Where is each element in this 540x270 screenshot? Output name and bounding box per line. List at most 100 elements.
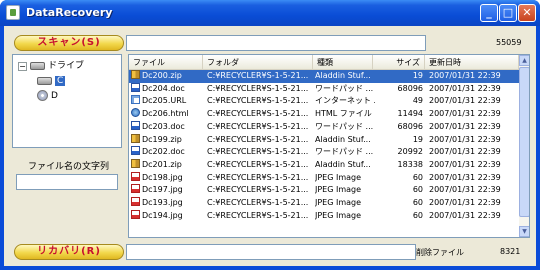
table-row[interactable]: Dc198.jpg C:¥RECYCLER¥S-1-5-21... JPEG Ima…: [129, 171, 519, 185]
filter-label: ファイル名の文字列: [28, 162, 110, 172]
scan-button[interactable]: スキャン(S): [14, 35, 124, 51]
window-title: DataRecovery: [26, 6, 113, 19]
type-cell: JPEG Image: [315, 172, 375, 185]
folder-cell: C:¥RECYCLER¥S-1-5-21...: [207, 184, 311, 197]
size-cell-text: 60: [412, 172, 423, 182]
type-cell-text: HTML ファイル: [315, 109, 372, 119]
scroll-up-icon[interactable]: ▲: [519, 55, 529, 66]
folder-cell-text: C:¥RECYCLER¥S-1-5-21...: [207, 185, 309, 195]
date-cell-text: 2007/01/31 22:39: [429, 147, 501, 157]
file-name-cell-text: Dc201.zip: [142, 159, 182, 169]
table-row[interactable]: Dc197.jpg C:¥RECYCLER¥S-1-5-21... JPEG Ima…: [129, 184, 519, 197]
folder-cell: C:¥RECYCLER¥S-1-5-21...: [207, 134, 311, 147]
title-bar[interactable]: DataRecovery _ □ ✕: [0, 0, 540, 26]
client-area: スキャン(S) 55059 − ドライブ C D ファイル名の文字列 ファイル …: [4, 26, 536, 266]
status-field[interactable]: [126, 244, 416, 260]
date-cell-text: 2007/01/31 22:39: [429, 159, 501, 169]
tree-item-drive-d[interactable]: D: [37, 90, 58, 103]
file-name-cell-text: Dc199.zip: [142, 134, 182, 144]
type-cell: JPEG Image: [315, 210, 375, 223]
scroll-down-icon[interactable]: ▼: [519, 226, 529, 237]
file-name-cell-text: Dc197.jpg: [142, 185, 183, 195]
file-name-cell-text: Dc204.doc: [142, 83, 185, 93]
collapse-icon[interactable]: −: [18, 62, 27, 71]
close-button[interactable]: ✕: [518, 4, 536, 22]
type-cell-text: ワードパッド ...: [315, 121, 374, 131]
folder-cell-text: C:¥RECYCLER¥S-1-5-21...: [207, 159, 309, 169]
file-name-cell: Dc194.jpg: [131, 209, 201, 223]
folder-cell: C:¥RECYCLER¥S-1-5-21...: [207, 197, 311, 210]
folder-cell: C:¥RECYCLER¥S-1-5-21...: [207, 146, 311, 159]
zip-file-icon: [131, 133, 140, 143]
vertical-scrollbar[interactable]: ▲ ▼: [519, 55, 529, 237]
minimize-button[interactable]: _: [480, 4, 498, 22]
file-name-cell-text: Dc203.doc: [142, 121, 185, 131]
type-cell-text: Aladdin Stuf...: [315, 71, 371, 80]
tree-item-drive-c[interactable]: C: [37, 75, 66, 88]
size-cell-text: 19: [412, 134, 423, 144]
folder-cell-text: C:¥RECYCLER¥S-1-5-21...: [207, 147, 309, 157]
table-row[interactable]: Dc194.jpg C:¥RECYCLER¥S-1-5-21... JPEG Ima…: [129, 209, 519, 223]
folder-cell: C:¥RECYCLER¥S-1-5-21...: [207, 159, 311, 172]
table-row[interactable]: Dc204.doc C:¥RECYCLER¥S-1-5-21... ワードパッド .…: [129, 82, 519, 96]
table-row[interactable]: Dc202.doc C:¥RECYCLER¥S-1-5-21... ワードパッド .…: [129, 146, 519, 159]
folder-cell-text: C:¥RECYCLER¥S-1-5-21...: [207, 109, 309, 119]
column-file[interactable]: ファイル: [129, 55, 203, 70]
folder-cell-text: C:¥RECYCLER¥S-1-5-21...: [207, 121, 309, 131]
type-cell-text: Aladdin Stuf...: [315, 159, 371, 169]
drive-tree: − ドライブ C D: [12, 54, 122, 148]
table-row[interactable]: Dc203.doc C:¥RECYCLER¥S-1-5-21... ワードパッド .…: [129, 120, 519, 134]
file-name-cell: Dc197.jpg: [131, 184, 201, 197]
date-cell: 2007/01/31 22:39: [429, 121, 519, 134]
size-cell: 18338: [375, 159, 423, 172]
file-name-cell: Dc206.html: [131, 108, 201, 121]
tree-root[interactable]: ドライブ: [30, 60, 84, 73]
column-date[interactable]: 更新日時: [425, 55, 519, 70]
filename-filter-input[interactable]: [16, 174, 118, 190]
jpg-file-icon: [131, 197, 140, 206]
scroll-thumb[interactable]: [519, 67, 529, 217]
path-field[interactable]: [126, 35, 426, 51]
date-cell-text: 2007/01/31 22:39: [429, 172, 501, 182]
column-type[interactable]: 種類: [313, 55, 373, 70]
tree-root-label: ドライブ: [48, 61, 85, 71]
jpg-file-icon: [131, 184, 140, 194]
date-cell: 2007/01/31 22:39: [429, 83, 519, 96]
table-row[interactable]: Dc201.zip C:¥RECYCLER¥S-1-5-21... Aladdin …: [129, 158, 519, 172]
table-row[interactable]: Dc206.html C:¥RECYCLER¥S-1-5-21... HTML ファ…: [129, 108, 519, 121]
size-cell: 11494: [375, 108, 423, 121]
type-cell: ワードパッド ...: [315, 146, 375, 159]
file-name-cell: Dc193.jpg: [131, 197, 201, 210]
size-cell: 60: [375, 172, 423, 185]
table-row[interactable]: Dc199.zip C:¥RECYCLER¥S-1-5-21... Aladdin …: [129, 133, 519, 147]
type-cell: ワードパッド ...: [315, 121, 375, 134]
file-name-cell-text: Dc198.jpg: [142, 172, 183, 182]
table-row[interactable]: Dc193.jpg C:¥RECYCLER¥S-1-5-21... JPEG Ima…: [129, 197, 519, 210]
file-name-cell: Dc204.doc: [131, 82, 201, 96]
file-name-cell-text: Dc205.URL: [142, 96, 187, 106]
column-size[interactable]: サイズ: [373, 55, 425, 70]
size-cell-text: 11494: [397, 109, 423, 119]
size-cell: 60: [375, 197, 423, 210]
size-cell: 49: [375, 95, 423, 108]
doc-file-icon: [131, 146, 140, 156]
size-cell-text: 20992: [397, 147, 423, 157]
column-folder[interactable]: フォルダ: [203, 55, 313, 70]
deleted-files-label: 削除ファイル: [416, 248, 464, 257]
app-window: DataRecovery _ □ ✕ スキャン(S) 55059 − ドライブ …: [0, 0, 540, 270]
maximize-button[interactable]: □: [499, 4, 517, 22]
url-file-icon: [131, 95, 140, 105]
table-row[interactable]: Dc200.zip C:¥RECYCLER¥S-1-5-21... Aladdin …: [129, 70, 519, 83]
file-name-cell-text: Dc206.html: [142, 109, 189, 119]
type-cell: JPEG Image: [315, 197, 375, 210]
type-cell-text: Aladdin Stuf...: [315, 134, 371, 144]
html-file-icon: [131, 108, 140, 118]
size-cell: 60: [375, 184, 423, 197]
size-cell-text: 19: [412, 71, 423, 80]
date-cell: 2007/01/31 22:39: [429, 210, 519, 223]
recover-button[interactable]: リカバリ(R): [14, 244, 124, 260]
date-cell: 2007/01/31 22:39: [429, 159, 519, 172]
type-cell: インターネット ...: [315, 95, 375, 108]
file-list[interactable]: ファイル フォルダ 種類 サイズ 更新日時 Dc200.zip C:¥RECYCL…: [128, 54, 530, 238]
table-row[interactable]: Dc205.URL C:¥RECYCLER¥S-1-5-21... インターネット …: [129, 95, 519, 108]
